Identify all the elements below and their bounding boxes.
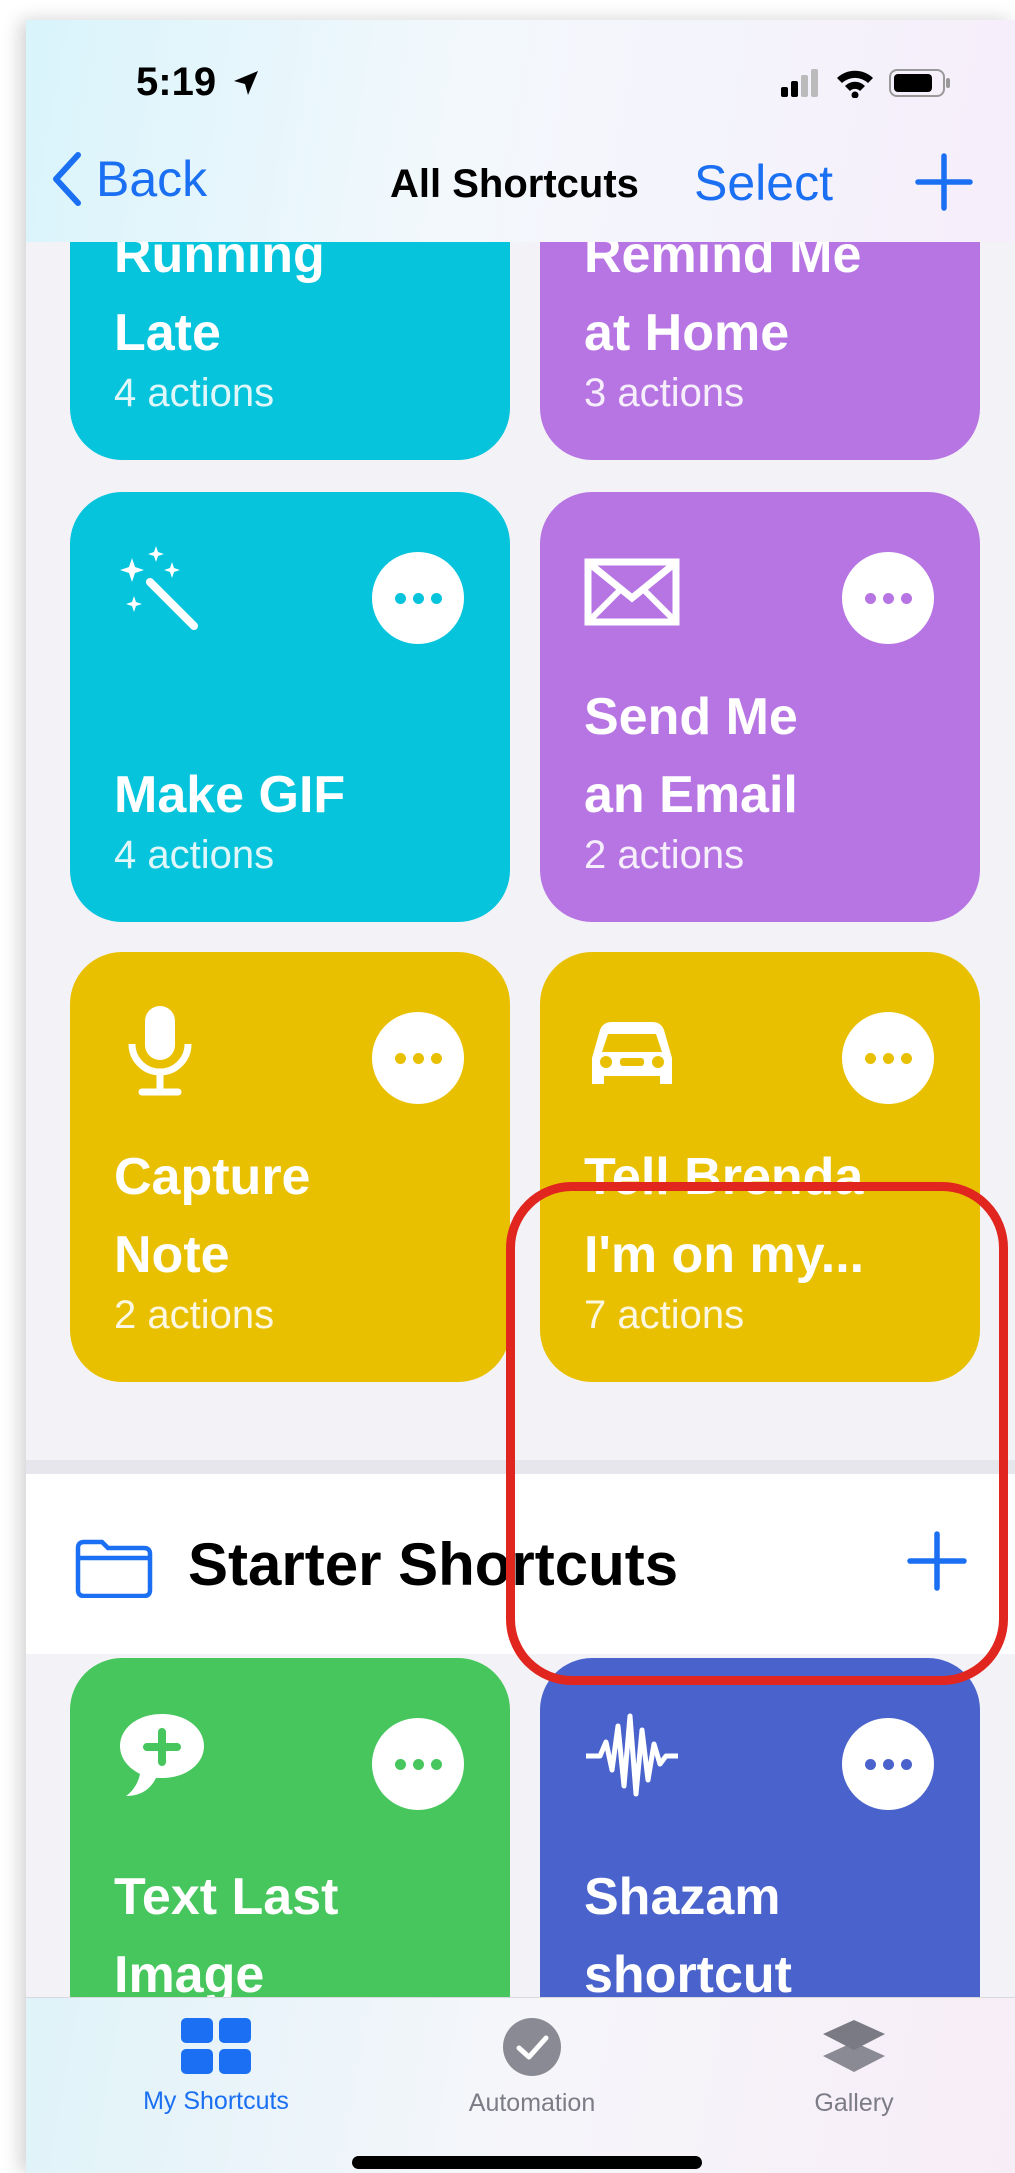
more-options-button[interactable] [372,1012,464,1104]
tile-subtitle: 4 actions [114,833,275,877]
section-divider [26,1460,1015,1474]
folder-icon [75,1539,153,1598]
page-title: All Shortcuts [390,162,639,206]
section-title: Starter Shortcuts [188,1531,679,1598]
status-time: 5:19 [136,60,261,105]
wifi-icon [837,70,873,98]
shortcuts-scroll-area[interactable]: Running Late 4 actions Remind Me at Home… [26,242,1015,1997]
tile-title: Shazam shortcut [584,1868,792,1997]
tile-subtitle: 3 actions [584,371,745,415]
status-indicators [781,68,951,98]
shortcut-tile-make-gif[interactable]: Make GIF 4 actions [70,492,510,922]
location-arrow-icon [234,71,259,95]
tile-title: Remind Me at Home [584,242,862,362]
shortcut-tile-tell-brenda[interactable]: Tell Brenda I'm on my... 7 actions [540,952,980,1382]
back-button[interactable]: Back [50,150,207,208]
shortcut-tile-capture-note[interactable]: Capture Note 2 actions [70,952,510,1382]
select-button[interactable]: Select [694,154,833,212]
tile-title: Running Late [114,242,325,362]
cellular-signal-icon [781,69,818,97]
add-starter-shortcut-button[interactable] [906,1530,968,1592]
magic-wand-icon [120,546,198,630]
more-options-button[interactable] [372,552,464,644]
grid-icon [181,2018,251,2074]
tile-title: Make GIF [114,766,346,824]
shortcut-tile-remind-me-at-home[interactable]: Remind Me at Home 3 actions [540,242,980,460]
car-icon [592,1022,672,1084]
more-options-button[interactable] [842,552,934,644]
tile-subtitle: 2 actions [584,833,745,877]
microphone-icon [128,1006,192,1096]
more-options-button[interactable] [372,1718,464,1810]
tab-my-shortcuts[interactable]: My Shortcuts [106,2016,326,2116]
tile-title: Tell Brenda I'm on my... [584,1148,865,1284]
navigation-header: 5:19 Back All Shortcuts Select [26,20,1015,242]
battery-icon [889,69,950,97]
chevron-left-icon [53,152,81,206]
tile-subtitle: 2 actions [114,1293,275,1337]
tile-title: Capture Note [114,1148,311,1284]
layers-icon [823,2020,885,2072]
more-options-button[interactable] [842,1012,934,1104]
shortcut-tile-send-me-an-email[interactable]: Send Me an Email 2 actions [540,492,980,922]
tile-title: Text Last Image [114,1868,339,1997]
tab-label: Gallery [814,2089,894,2117]
shortcut-tile-text-last-image[interactable]: Text Last Image [70,1658,510,1997]
back-label: Back [96,151,208,207]
phone-screen: 5:19 Back All Shortcuts Select Running L… [26,20,1015,2173]
clock-check-icon [503,2018,561,2076]
tab-automation[interactable]: Automation [422,2016,642,2118]
shortcut-tile-shazam[interactable]: Shazam shortcut [540,1658,980,1997]
tile-title: Send Me an Email [584,688,798,824]
tab-bar: My Shortcuts Automation Gallery [26,1997,1015,2173]
tab-label: My Shortcuts [143,2087,289,2115]
home-indicator [352,2156,702,2169]
tab-gallery[interactable]: Gallery [744,2016,964,2118]
envelope-icon [584,558,680,626]
tile-subtitle: 7 actions [584,1293,745,1337]
waveform-icon [586,1713,678,1797]
more-options-button[interactable] [842,1718,934,1810]
shortcut-tile-running-late[interactable]: Running Late 4 actions [70,242,510,460]
add-shortcut-button[interactable] [914,152,974,212]
tile-subtitle: 4 actions [114,371,275,415]
message-plus-icon [120,1714,204,1796]
tab-label: Automation [468,2089,596,2117]
